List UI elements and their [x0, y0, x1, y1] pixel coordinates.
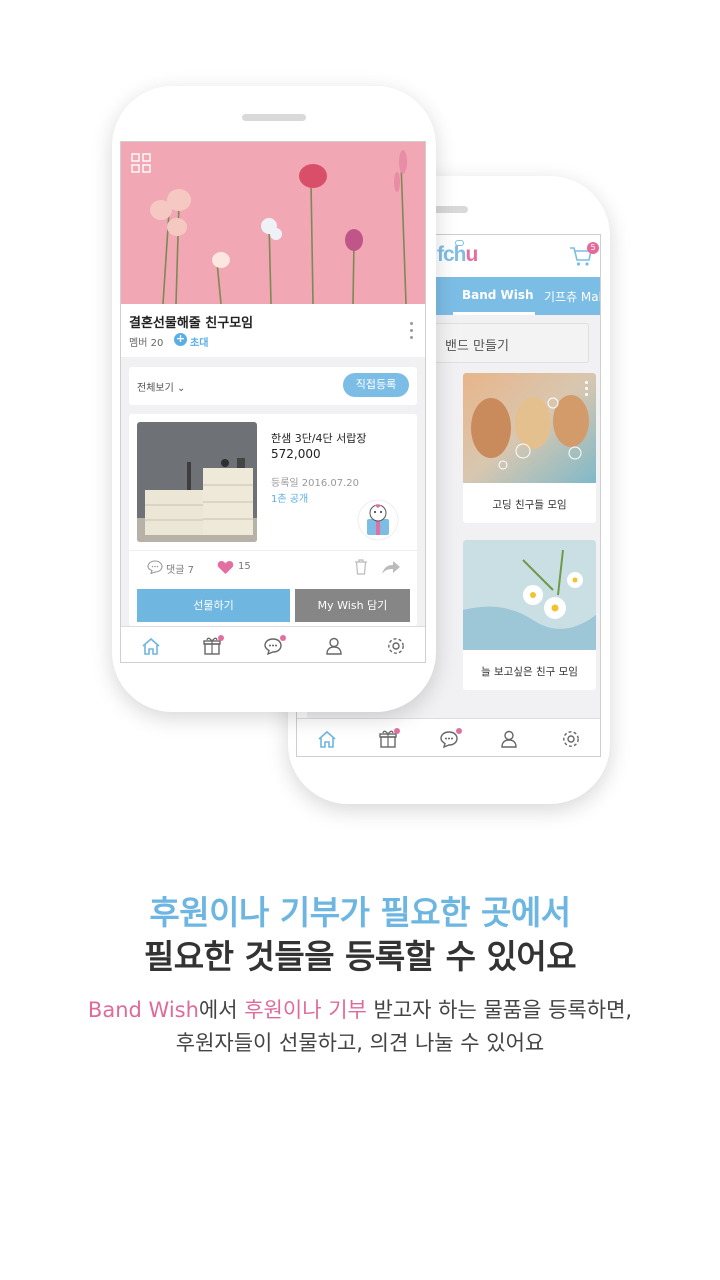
notification-dot — [280, 635, 286, 641]
share-icon[interactable] — [381, 559, 401, 575]
daisy-photo — [463, 540, 596, 650]
member-count: 멤버 20 — [129, 338, 164, 349]
chevron-down-icon: ⌄ — [177, 383, 186, 394]
band-card[interactable]: 늘 보고싶은 친구 모임 — [463, 540, 596, 690]
tab-gift-mall[interactable]: 기프츄 Mal — [544, 288, 600, 305]
comment-count[interactable]: 댓글 7 — [166, 561, 194, 576]
wish-feed: 전체보기 ⌄ 직접등록 한샘 3단/4단 서랍장 572,000 등록일 201… — [121, 357, 425, 626]
item-price: 572,000 — [271, 447, 321, 461]
filter-bar: 전체보기 ⌄ 직접등록 — [129, 367, 417, 405]
home-icon[interactable] — [141, 636, 161, 656]
band-card-title: 늘 보고싶은 친구 모임 — [481, 666, 578, 678]
bubbles-photo — [463, 373, 596, 483]
user-icon[interactable] — [324, 636, 344, 656]
bottom-nav — [297, 718, 600, 756]
user-icon[interactable] — [499, 729, 519, 749]
direct-register-button[interactable]: 직접등록 — [343, 373, 409, 397]
front-phone-screen: 결혼선물해줄 친구모임 멤버 20 + 초대 전체보기 ⌄ 직접등록 한샘 3단… — [120, 141, 426, 663]
dresser-photo — [137, 422, 257, 542]
grid-menu-icon[interactable] — [131, 153, 151, 173]
gift-mascot-icon — [357, 499, 399, 541]
item-name: 한샘 3단/4단 서랍장 — [271, 432, 367, 445]
notification-dot — [218, 635, 224, 641]
item-visibility: 1촌 공개 — [271, 494, 309, 505]
trash-icon[interactable] — [354, 559, 368, 575]
band-wish-text: Band Wish — [87, 998, 199, 1022]
notification-dot — [456, 728, 462, 734]
like-count: 15 — [238, 561, 251, 572]
notification-dot — [394, 728, 400, 734]
description-text: 에서 — [198, 998, 245, 1022]
band-card[interactable]: 고딩 친구들 모임 — [463, 373, 596, 523]
phone-speaker — [242, 114, 306, 121]
band-card-title: 고딩 친구들 모임 — [492, 499, 567, 511]
more-options-icon[interactable] — [410, 322, 414, 343]
item-date: 등록일 2016.07.20 — [271, 478, 360, 489]
band-create-button[interactable]: 밴드 만들기 — [434, 323, 589, 363]
filter-dropdown[interactable]: 전체보기 ⌄ — [137, 379, 185, 394]
settings-icon[interactable] — [386, 636, 406, 656]
highlight-text: 후원이나 기부 — [244, 998, 367, 1022]
description-line-1: Band Wish에서 후원이나 기부 받고자 하는 물품을 등록하면, — [0, 994, 720, 1024]
invite-button[interactable]: 초대 — [190, 334, 208, 349]
pink-flowers-photo — [121, 142, 425, 304]
more-options-icon[interactable] — [585, 381, 589, 399]
description-line-2: 후원자들이 선물하고, 의견 나눌 수 있어요 — [175, 1031, 545, 1055]
comment-icon[interactable] — [147, 560, 163, 574]
divider — [129, 550, 417, 551]
tab-band-wish[interactable]: Band Wish — [462, 288, 534, 302]
filter-label: 전체보기 — [137, 383, 174, 394]
gift-button[interactable]: 선물하기 — [137, 589, 290, 622]
headline-secondary: 필요한 것들을 등록할 수 있어요 — [143, 937, 577, 976]
group-title: 결혼선물해줄 친구모임 — [129, 316, 254, 331]
description-text: 받고자 하는 물품을 등록하면, — [366, 998, 633, 1022]
home-icon[interactable] — [317, 729, 337, 749]
wish-item-card[interactable]: 한샘 3단/4단 서랍장 572,000 등록일 2016.07.20 1촌 공… — [129, 414, 417, 626]
cart-badge: 5 — [587, 242, 599, 254]
app-logo: fchu — [437, 243, 478, 266]
bottom-nav — [121, 626, 425, 662]
headline-primary: 후원이나 기부가 필요한 곳에서 — [149, 893, 571, 932]
front-phone-frame: 결혼선물해줄 친구모임 멤버 20 + 초대 전체보기 ⌄ 직접등록 한샘 3단… — [112, 86, 436, 712]
add-to-wish-button[interactable]: My Wish 담기 — [295, 589, 410, 622]
heart-icon[interactable] — [217, 560, 234, 575]
settings-icon[interactable] — [561, 729, 581, 749]
plus-icon[interactable]: + — [174, 333, 187, 346]
